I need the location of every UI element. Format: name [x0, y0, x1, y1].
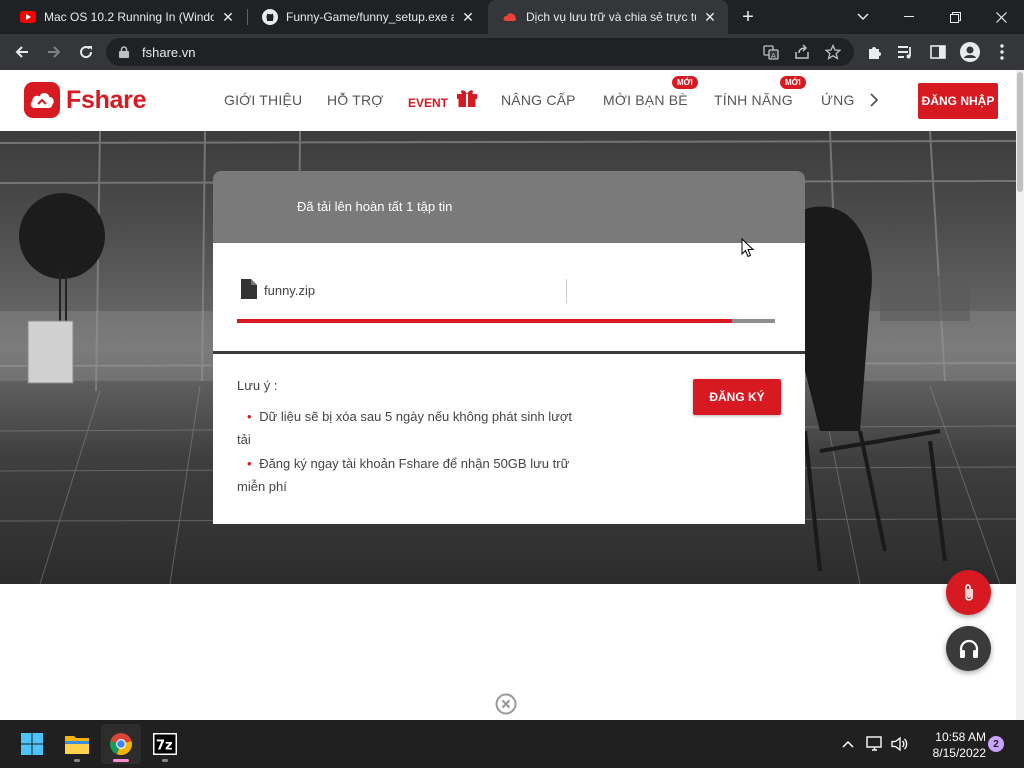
new-badge: MỚI [780, 76, 806, 89]
notes-title: Lưu ý : [237, 378, 278, 393]
file-name[interactable]: funny.zip [264, 283, 315, 298]
side-panel-icon[interactable] [926, 40, 950, 64]
lock-icon[interactable] [116, 44, 132, 60]
upload-notes: Lưu ý : • Dữ liệu sẽ bị xóa sau 5 ngày n… [213, 354, 805, 524]
youtube-icon [20, 9, 36, 25]
taskbar-chrome[interactable] [101, 724, 141, 764]
mouse-cursor-icon [741, 238, 755, 258]
svg-text:A: A [771, 52, 776, 60]
browser-toolbar: fshare.vn A [0, 34, 1024, 70]
login-button[interactable]: ĐĂNG NHẬP [918, 83, 998, 119]
clock-date: 8/15/2022 [932, 746, 986, 760]
reload-icon[interactable] [74, 40, 98, 64]
running-indicator [162, 759, 168, 762]
network-icon[interactable] [865, 734, 885, 754]
tab-title: Funny-Game/funny_setup.exe at [286, 10, 454, 24]
close-tab-icon[interactable]: ✕ [702, 9, 718, 25]
hero-background: Đã tải lên hoàn tất 1 tập tin funny.zip … [0, 131, 1016, 584]
start-button[interactable] [12, 724, 52, 764]
translate-icon[interactable]: A [761, 42, 781, 62]
upload-progress-bar [237, 319, 775, 323]
forward-arrow-icon[interactable] [42, 40, 66, 64]
nav-next-chevron-icon[interactable] [866, 91, 882, 109]
bullet-icon: • [247, 409, 252, 424]
paperclip-icon [963, 583, 975, 603]
logo-text: Fshare [66, 85, 147, 114]
tab-title: Mac OS 10.2 Running In (Window [44, 10, 214, 24]
gift-icon [456, 86, 478, 108]
note-item: • Dữ liệu sẽ bị xóa sau 5 ngày nếu không… [237, 405, 582, 451]
svg-text:7z: 7z [156, 739, 173, 754]
close-ad-icon[interactable] [495, 693, 517, 715]
nav-upgrade[interactable]: NÂNG CẤP [501, 92, 576, 108]
active-indicator [113, 759, 129, 762]
nav-apps[interactable]: ỨNG [821, 92, 855, 108]
upload-status-text: Đã tải lên hoàn tất 1 tập tin [297, 199, 453, 214]
tab-fshare[interactable]: Dịch vụ lưu trữ và chia sẻ trực tuyến ✕ [488, 0, 728, 34]
back-arrow-icon[interactable] [10, 40, 34, 64]
more-menu-icon[interactable] [990, 40, 1014, 64]
nav-event-label: EVENT [408, 96, 449, 110]
note-item: • Đăng ký ngay tài khoản Fshare để nhận … [237, 452, 582, 498]
restore-button[interactable] [932, 0, 978, 34]
attachment-fab[interactable] [946, 570, 991, 615]
close-tab-icon[interactable]: ✕ [460, 9, 476, 25]
taskbar-7zip[interactable]: 7z [145, 724, 185, 764]
github-icon [262, 9, 278, 25]
taskbar-file-explorer[interactable] [57, 724, 97, 764]
bullet-icon: • [247, 456, 252, 471]
site-header: Fshare GIỚI THIỆU HỖ TRỢ EVENT NÂNG CẤP … [0, 70, 1016, 131]
note-text: Đăng ký ngay tài khoản Fshare để nhận 50… [237, 456, 570, 494]
media-control-icon[interactable] [894, 40, 918, 64]
bookmark-star-icon[interactable] [823, 42, 843, 62]
nav-event[interactable]: EVENT [408, 84, 478, 110]
show-hidden-icons-chevron-icon[interactable] [838, 734, 858, 754]
file-divider [566, 279, 567, 303]
uploaded-file-row: funny.zip [213, 243, 805, 351]
nav-features[interactable]: TÍNH NĂNG [714, 92, 793, 108]
headset-icon [958, 638, 980, 660]
close-tab-icon[interactable]: ✕ [220, 9, 236, 25]
running-indicator [74, 759, 80, 762]
support-fab[interactable] [946, 626, 991, 671]
tab-search-icon[interactable] [840, 0, 886, 34]
taskbar: 7z 10:58 AM 8/15/2022 2 [0, 720, 1024, 768]
notification-badge[interactable]: 2 [988, 736, 1004, 752]
windows-logo-icon [20, 732, 44, 756]
share-icon[interactable] [792, 42, 812, 62]
upload-card-header: Đã tải lên hoàn tất 1 tập tin [213, 171, 805, 243]
url-text: fshare.vn [142, 45, 196, 60]
7zip-icon: 7z [153, 733, 177, 755]
system-clock[interactable]: 10:58 AM 8/15/2022 [916, 729, 986, 761]
close-window-button[interactable] [978, 0, 1024, 34]
page-viewport: Fshare GIỚI THIỆU HỖ TRỢ EVENT NÂNG CẤP … [0, 70, 1024, 720]
new-tab-button[interactable]: + [736, 5, 760, 29]
file-icon [241, 279, 257, 299]
upload-card: Đã tải lên hoàn tất 1 tập tin funny.zip … [213, 171, 805, 524]
tab-strip: Mac OS 10.2 Running In (Window ✕ Funny-G… [0, 0, 1024, 34]
volume-icon[interactable] [890, 734, 910, 754]
clock-time: 10:58 AM [935, 730, 986, 744]
cloud-logo-icon [24, 82, 60, 118]
fshare-icon [502, 9, 518, 25]
fshare-logo[interactable]: Fshare [24, 82, 146, 118]
minimize-button[interactable] [886, 0, 932, 34]
tab-github[interactable]: Funny-Game/funny_setup.exe at ✕ [248, 0, 486, 34]
upload-progress-fill [237, 319, 732, 323]
note-text: Dữ liệu sẽ bị xóa sau 5 ngày nếu không p… [237, 409, 573, 447]
extensions-icon[interactable] [862, 40, 886, 64]
address-bar[interactable]: fshare.vn A [106, 38, 854, 66]
nav-support[interactable]: HỖ TRỢ [327, 92, 384, 108]
profile-avatar-icon[interactable] [958, 40, 982, 64]
tab-youtube[interactable]: Mac OS 10.2 Running In (Window ✕ [6, 0, 246, 34]
chrome-icon [109, 732, 133, 756]
tab-title: Dịch vụ lưu trữ và chia sẻ trực tuyến [526, 10, 696, 24]
nav-intro[interactable]: GIỚI THIỆU [224, 92, 302, 108]
nav-invite[interactable]: MỜI BẠN BÈ [603, 92, 688, 108]
page-scrollbar[interactable] [1016, 70, 1024, 720]
scrollbar-thumb[interactable] [1017, 72, 1023, 192]
folder-icon [64, 733, 90, 755]
register-button[interactable]: ĐĂNG KÝ [693, 379, 781, 415]
new-badge: MỚI [672, 76, 698, 89]
